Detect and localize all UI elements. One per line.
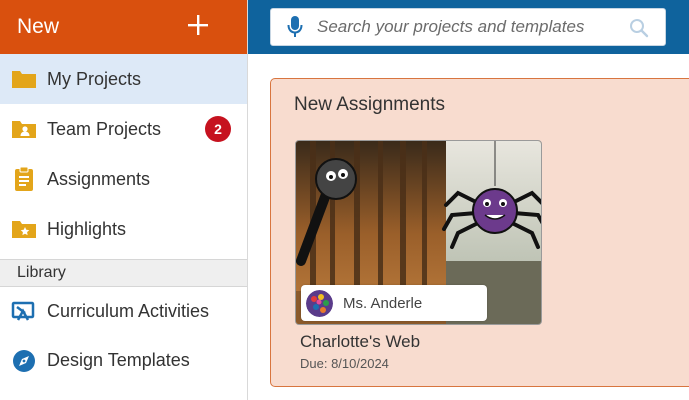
curriculum-icon bbox=[11, 299, 37, 325]
search-box bbox=[270, 8, 666, 46]
sidebar-item-team-projects[interactable]: Team Projects 2 bbox=[0, 104, 247, 154]
teacher-chip: Ms. Anderle bbox=[301, 285, 487, 321]
clipboard-icon bbox=[11, 166, 37, 192]
assignment-card[interactable]: Ms. Anderle bbox=[295, 140, 542, 325]
search-icon[interactable] bbox=[629, 18, 649, 43]
new-assignments-panel: New Assignments Ms. Anderle Charlotte's … bbox=[270, 78, 689, 387]
assignment-title[interactable]: Charlotte's Web bbox=[300, 332, 420, 352]
team-folder-icon bbox=[11, 116, 37, 142]
plus-icon bbox=[187, 12, 209, 42]
compass-icon bbox=[11, 348, 37, 374]
sidebar-item-assignments[interactable]: Assignments bbox=[0, 154, 247, 204]
microphone-icon[interactable] bbox=[287, 15, 307, 39]
sidebar-item-design-templates[interactable]: Design Templates bbox=[0, 336, 247, 385]
sidebar-item-label: Highlights bbox=[47, 218, 127, 239]
sidebar-item-label: Assignments bbox=[47, 168, 151, 189]
sidebar-item-label: Team Projects bbox=[47, 118, 162, 139]
sidebar-item-label: Curriculum Activities bbox=[47, 301, 210, 321]
notification-badge: 2 bbox=[205, 116, 231, 142]
avatar bbox=[306, 289, 333, 317]
sidebar-item-curriculum-activities[interactable]: Curriculum Activities bbox=[0, 287, 247, 336]
search-input[interactable] bbox=[317, 17, 617, 37]
folder-icon bbox=[11, 66, 37, 92]
top-bar bbox=[248, 0, 689, 54]
sidebar: New My Projects Team Projects 2 Assignme… bbox=[0, 0, 248, 400]
star-folder-icon bbox=[11, 216, 37, 242]
sidebar-item-label: Design Templates bbox=[47, 350, 190, 370]
teacher-name: Ms. Anderle bbox=[343, 294, 423, 312]
library-section-header: Library bbox=[0, 259, 247, 287]
sidebar-item-my-projects[interactable]: My Projects bbox=[0, 54, 247, 104]
new-button[interactable]: New bbox=[0, 0, 247, 54]
new-button-label: New bbox=[17, 15, 60, 38]
assignment-due-date: Due: 8/10/2024 bbox=[300, 356, 389, 371]
section-title: New Assignments bbox=[294, 94, 446, 115]
sidebar-item-label: My Projects bbox=[47, 68, 142, 89]
sidebar-item-highlights[interactable]: Highlights bbox=[0, 204, 247, 254]
